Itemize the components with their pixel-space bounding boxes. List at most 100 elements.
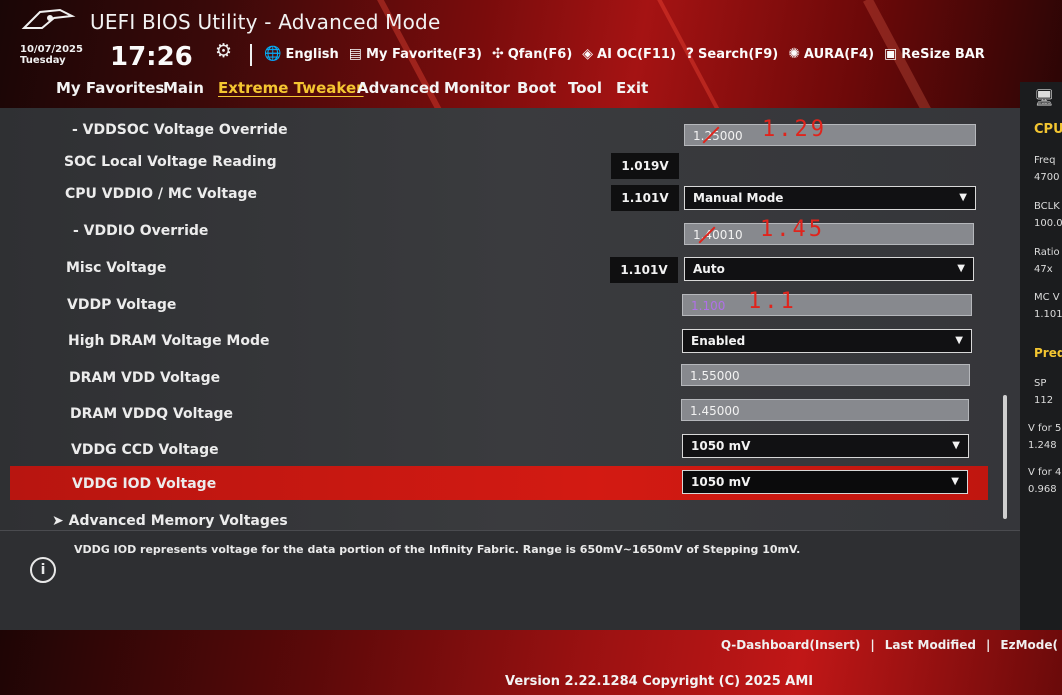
setting-row-vddio-override[interactable]: - VDDIO Override 1.40010 1.45 bbox=[0, 215, 1020, 249]
tab-advanced[interactable]: Advanced bbox=[357, 79, 440, 97]
hardware-monitor-sidebar: 🖥 CPU Freq 4700 BCLK 100.0 Ratio 47x MC … bbox=[1020, 82, 1062, 630]
tab-tool[interactable]: Tool bbox=[568, 79, 602, 97]
toolbar-item-qfan-f6[interactable]: ✣ Qfan(F6) bbox=[492, 46, 572, 62]
help-text: VDDG IOD represents voltage for the data… bbox=[74, 543, 801, 556]
sidebar-vfor2-label: V for 4 bbox=[1028, 467, 1062, 478]
ai-chip-icon: ◈ bbox=[582, 46, 594, 62]
sidebar-ratio-label: Ratio bbox=[1034, 247, 1060, 258]
setting-label: Misc Voltage bbox=[66, 260, 167, 276]
toolbar-item-english[interactable]: 🌐 English bbox=[264, 46, 339, 62]
fan-icon: ✣ bbox=[491, 46, 504, 62]
toolbar-item-search-f9[interactable]: ? Search(F9) bbox=[686, 46, 778, 62]
toolbar-item-my-favorite-f3[interactable]: ▤ My Favorite(F3) bbox=[349, 46, 482, 62]
chevron-right-icon: ➤ bbox=[52, 513, 64, 529]
resize-bar-icon: ▣ bbox=[884, 46, 898, 62]
toolbar-item-resize-bar[interactable]: ▣ ReSize BAR bbox=[884, 46, 985, 62]
date-text: 10/07/2025 bbox=[20, 44, 83, 55]
setting-label: - VDDSOC Voltage Override bbox=[72, 122, 288, 138]
submenu-advanced-memory-voltages[interactable]: ➤ Advanced Memory Voltages bbox=[52, 513, 288, 529]
cpu-vddio-dropdown[interactable]: Manual Mode ▼ bbox=[684, 186, 976, 210]
day-text: Tuesday bbox=[20, 55, 66, 66]
sidebar-sp-value: 112 bbox=[1034, 395, 1054, 406]
tab-main[interactable]: Main bbox=[163, 79, 204, 97]
setting-row-vddg-iod[interactable]: VDDG IOD Voltage 1050 mV ▼ bbox=[10, 466, 988, 500]
sidebar-mcv-value: 1.101 bbox=[1034, 309, 1062, 320]
setting-row-soc-reading: SOC Local Voltage Reading 1.019V bbox=[0, 146, 1020, 180]
version-text: Version 2.22.1284 Copyright (C) 2025 AMI bbox=[505, 674, 814, 689]
toolbar-item-ai-oc-f11[interactable]: ◈ AI OC(F11) bbox=[582, 46, 676, 62]
toolbar-label: My Favorite(F3) bbox=[366, 46, 482, 62]
tab-monitor[interactable]: Monitor bbox=[444, 79, 510, 97]
vddio-override-input[interactable]: 1.40010 bbox=[684, 223, 974, 245]
divider: | bbox=[870, 638, 875, 652]
setting-label: High DRAM Voltage Mode bbox=[68, 333, 270, 349]
chevron-down-icon: ▼ bbox=[952, 440, 960, 451]
setting-row-high-dram-mode[interactable]: High DRAM Voltage Mode Enabled ▼ bbox=[0, 325, 1020, 359]
toolbar-label: Search(F9) bbox=[698, 46, 779, 62]
handwritten-note: 1.29 bbox=[762, 117, 827, 142]
dropdown-value: 1050 mV bbox=[691, 439, 751, 453]
q-dashboard-button[interactable]: Q-Dashboard(Insert) bbox=[721, 638, 861, 652]
chevron-down-icon: ▼ bbox=[957, 263, 965, 274]
toolbar-item-aura-f4[interactable]: ✺ AURA(F4) bbox=[788, 46, 874, 62]
vddsoc-override-input[interactable]: 1.25000 bbox=[684, 124, 976, 146]
favorite-icon: ▤ bbox=[348, 46, 363, 62]
handwritten-note: 1.45 bbox=[760, 217, 825, 242]
setting-row-vddsoc-override[interactable]: - VDDSOC Voltage Override 1.25000 1.29 bbox=[0, 114, 1020, 148]
dropdown-value: Manual Mode bbox=[693, 191, 784, 205]
setting-row-dram-vddq[interactable]: DRAM VDDQ Voltage 1.45000 bbox=[0, 398, 1020, 432]
search-icon: ? bbox=[685, 46, 695, 62]
toolbar-label: AURA(F4) bbox=[803, 46, 875, 62]
setting-label: SOC Local Voltage Reading bbox=[64, 154, 277, 170]
setting-label: - VDDIO Override bbox=[73, 223, 209, 239]
ezmode-button[interactable]: EzMode( bbox=[1000, 638, 1058, 652]
tab-boot[interactable]: Boot bbox=[517, 79, 556, 97]
sidebar-ratio-value: 47x bbox=[1034, 264, 1053, 275]
dropdown-value: Auto bbox=[693, 262, 725, 276]
sidebar-vfor1-label: V for 5 bbox=[1028, 423, 1062, 434]
sidebar-freq-value: 4700 bbox=[1034, 172, 1060, 183]
sidebar-bclk-value: 100.0 bbox=[1034, 218, 1062, 229]
settings-panel: - VDDSOC Voltage Override 1.25000 1.29 S… bbox=[0, 108, 1020, 538]
sidebar-vfor1-value: 1.248 bbox=[1028, 440, 1057, 451]
dram-vdd-input[interactable]: 1.55000 bbox=[681, 364, 970, 386]
toolbar-label: AI OC(F11) bbox=[597, 46, 676, 62]
nav-tabs: My Favorites Main Extreme Tweaker Advanc… bbox=[0, 76, 1020, 106]
setting-row-vddp-voltage[interactable]: VDDP Voltage 1.100 1.1 bbox=[0, 289, 1020, 323]
setting-label: VDDG CCD Voltage bbox=[71, 442, 219, 458]
globe-icon: 🌐 bbox=[264, 46, 282, 62]
tab-exit[interactable]: Exit bbox=[616, 79, 648, 97]
footer-bar: Q-Dashboard(Insert) | Last Modified | Ez… bbox=[0, 630, 1062, 695]
setting-row-cpu-vddio[interactable]: CPU VDDIO / MC Voltage 1.101V Manual Mod… bbox=[0, 178, 1020, 212]
dropdown-value: Enabled bbox=[691, 334, 746, 348]
toolbar-label: ReSize BAR bbox=[901, 46, 985, 62]
info-icon: i bbox=[30, 557, 56, 583]
high-dram-mode-dropdown[interactable]: Enabled ▼ bbox=[682, 329, 972, 353]
setting-row-vddg-ccd[interactable]: VDDG CCD Voltage 1050 mV ▼ bbox=[0, 434, 1020, 468]
misc-voltage-dropdown[interactable]: Auto ▼ bbox=[684, 257, 974, 281]
chevron-down-icon: ▼ bbox=[955, 335, 963, 346]
gear-icon[interactable]: ⚙ bbox=[215, 40, 232, 62]
sidebar-cpu-heading: CPU bbox=[1034, 122, 1062, 137]
setting-label: DRAM VDD Voltage bbox=[69, 370, 221, 386]
scrollbar[interactable] bbox=[1003, 395, 1007, 519]
sidebar-mcv-label: MC V bbox=[1034, 292, 1060, 303]
vddp-voltage-input[interactable]: 1.100 bbox=[682, 294, 972, 316]
handwritten-note: 1.1 bbox=[748, 289, 797, 314]
dram-vddq-input[interactable]: 1.45000 bbox=[681, 399, 969, 421]
sidebar-freq-label: Freq bbox=[1034, 155, 1056, 166]
voltage-reading: 1.101V bbox=[611, 185, 679, 211]
last-modified-button[interactable]: Last Modified bbox=[885, 638, 976, 652]
vddg-iod-dropdown[interactable]: 1050 mV ▼ bbox=[682, 470, 968, 494]
setting-label: VDDP Voltage bbox=[67, 297, 177, 313]
tab-my-favorites[interactable]: My Favorites bbox=[56, 79, 164, 97]
submenu-label: Advanced Memory Voltages bbox=[68, 513, 288, 529]
setting-row-misc-voltage[interactable]: Misc Voltage 1.101V Auto ▼ bbox=[0, 252, 1020, 286]
sidebar-vfor2-value: 0.968 bbox=[1028, 484, 1057, 495]
vddg-ccd-dropdown[interactable]: 1050 mV ▼ bbox=[682, 434, 969, 458]
setting-row-dram-vdd[interactable]: DRAM VDD Voltage 1.55000 bbox=[0, 362, 1020, 396]
clock-display: 17:26 bbox=[110, 42, 193, 72]
sidebar-pred-heading: Pred bbox=[1034, 346, 1062, 360]
app-title: UEFI BIOS Utility - Advanced Mode bbox=[90, 10, 441, 34]
tab-extreme-tweaker[interactable]: Extreme Tweaker bbox=[218, 79, 364, 97]
